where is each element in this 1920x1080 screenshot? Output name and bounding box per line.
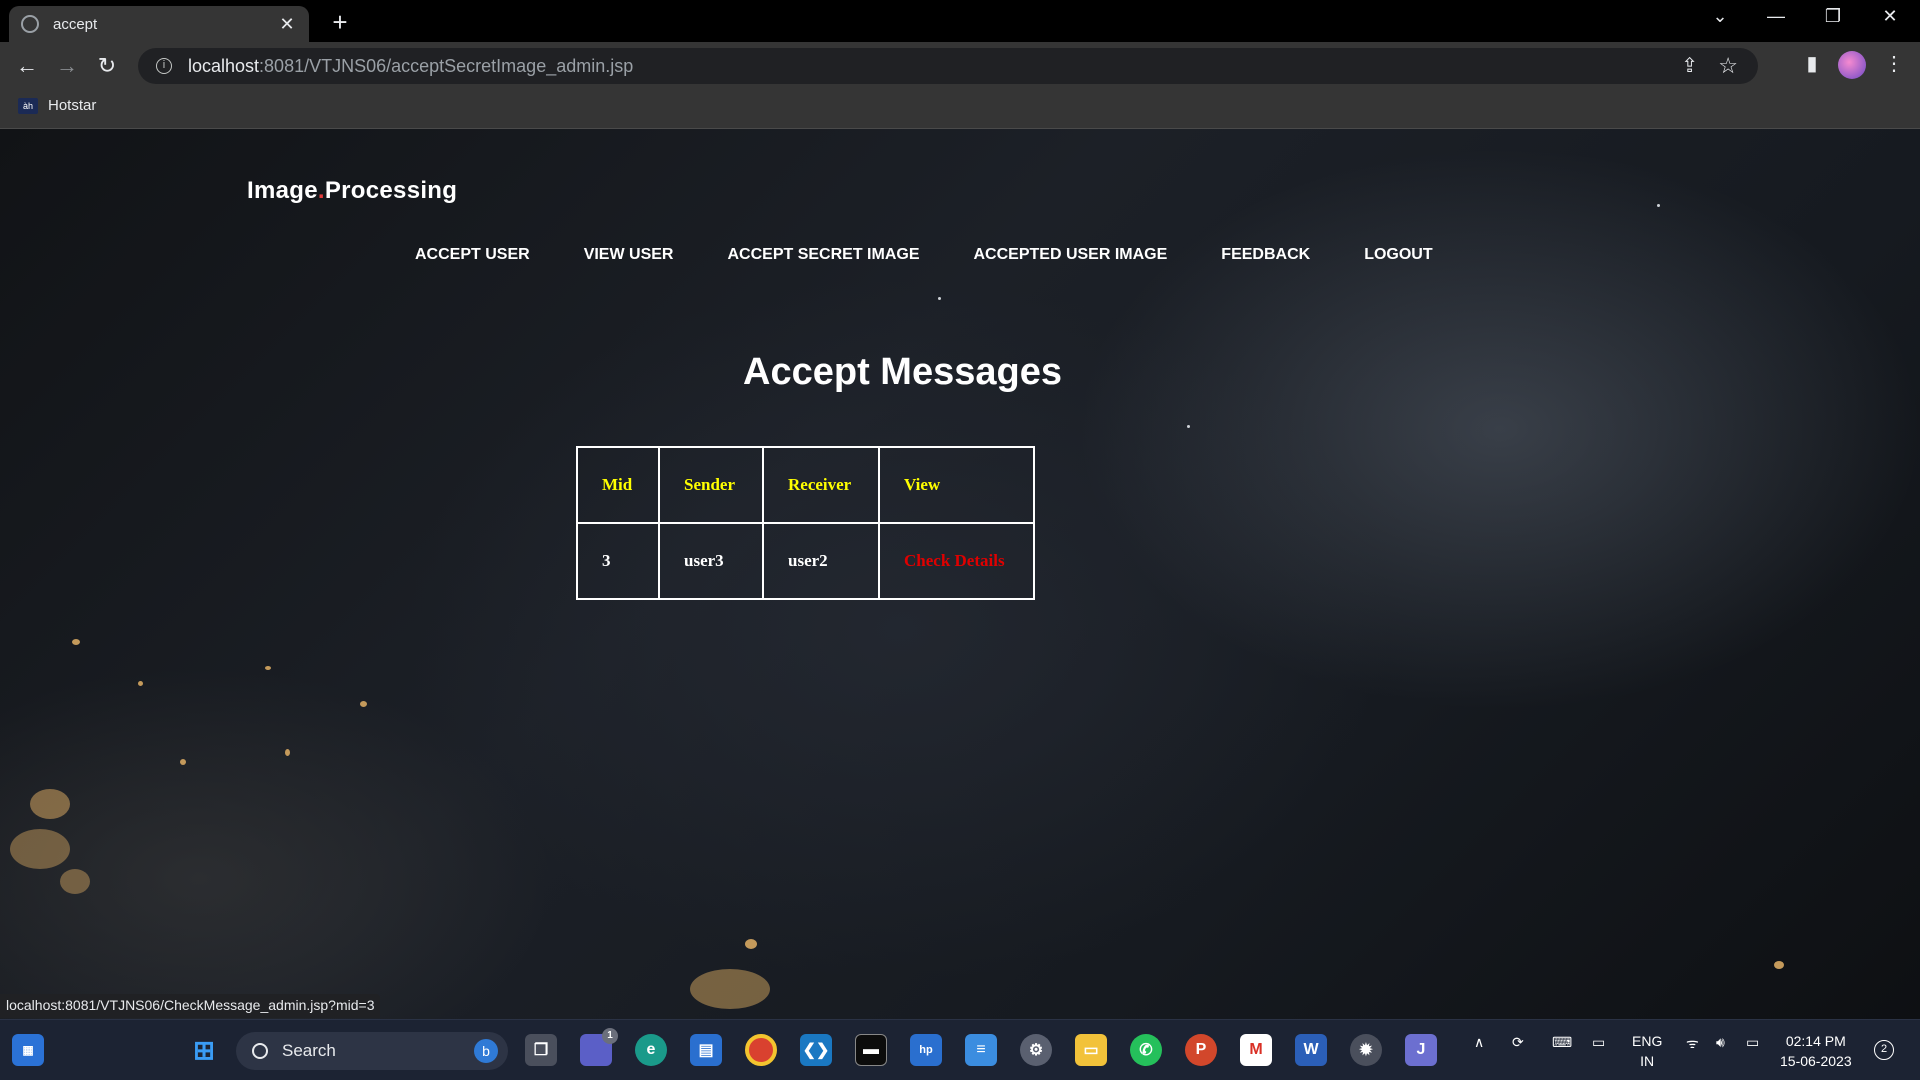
site-info-icon[interactable]: i: [156, 58, 172, 74]
search-placeholder: Search: [282, 1041, 336, 1060]
display-icon[interactable]: ▭: [1592, 1034, 1605, 1051]
taskbar-search[interactable]: Search b: [236, 1032, 508, 1070]
profile-avatar[interactable]: [1838, 51, 1866, 79]
start-windows-icon[interactable]: ⊞: [188, 1034, 220, 1066]
keyboard-icon[interactable]: ⌨: [1552, 1034, 1572, 1051]
column-header-sender: Sender: [658, 446, 764, 524]
minimize-button[interactable]: —: [1756, 6, 1796, 27]
column-header-receiver: Receiver: [762, 446, 880, 524]
myhp-icon[interactable]: hp: [910, 1034, 942, 1066]
back-button[interactable]: ←: [11, 50, 43, 82]
vscode-icon[interactable]: ❮❯: [800, 1034, 832, 1066]
restore-button[interactable]: ❐: [1813, 6, 1853, 27]
clock-time: 02:14 PM: [1785, 1033, 1846, 1049]
tab-title: accept: [53, 15, 98, 33]
nav-accept-user[interactable]: ACCEPT USER: [415, 246, 530, 264]
nav-logout[interactable]: LOGOUT: [1364, 246, 1432, 264]
task-view-icon[interactable]: ❐: [525, 1034, 557, 1066]
bookmark-hotstar[interactable]: àh Hotstar: [18, 97, 96, 114]
clock[interactable]: 02:14 PM 15-06-2023: [1780, 1031, 1852, 1071]
url-path: :8081/VTJNS06/acceptSecretImage_admin.js…: [259, 55, 634, 76]
sync-icon[interactable]: ⟳: [1512, 1034, 1524, 1051]
edge-icon[interactable]: e: [635, 1034, 667, 1066]
cell-sender: user3: [658, 522, 764, 600]
close-tab-icon[interactable]: ✕: [277, 14, 297, 35]
column-header-mid: Mid: [576, 446, 660, 524]
taskbar: ▦ ⊞ Search b ❐ 1 e ▤ ❮❯ ▬ hp ≡ ⚙ ▭ ✆ P M…: [0, 1019, 1920, 1080]
wifi-icon[interactable]: ᯤ: [1686, 1034, 1699, 1053]
gmail-icon[interactable]: M: [1240, 1034, 1272, 1066]
main-nav: ACCEPT USER VIEW USER ACCEPT SECRET IMAG…: [415, 246, 1487, 264]
tab-search-icon[interactable]: ⌄: [1700, 6, 1740, 27]
battery-icon[interactable]: ▭: [1746, 1034, 1759, 1051]
search-icon: [252, 1043, 268, 1059]
brand-dot: .: [317, 177, 325, 204]
notepad-icon[interactable]: ≡: [965, 1034, 997, 1066]
nav-view-user[interactable]: VIEW USER: [584, 246, 674, 264]
column-header-view: View: [878, 446, 1035, 524]
app-j-icon[interactable]: J: [1405, 1034, 1437, 1066]
reload-button[interactable]: ↻: [91, 50, 123, 82]
table-header-row: Mid Sender Receiver View: [576, 446, 1035, 524]
notification-badge[interactable]: 2: [1874, 1040, 1894, 1060]
bookmark-label: Hotstar: [48, 97, 97, 114]
terminal-icon[interactable]: ▬: [855, 1034, 887, 1066]
browser-tab[interactable]: accept ✕: [9, 6, 309, 42]
share-icon[interactable]: ⇪: [1681, 53, 1698, 78]
lang-line1: ENG: [1632, 1033, 1663, 1049]
chat-badge: 1: [602, 1028, 618, 1044]
widgets-icon[interactable]: ▦: [12, 1034, 44, 1066]
status-url-bar: localhost:8081/VTJNS06/CheckMessage_admi…: [0, 994, 381, 1018]
forward-button[interactable]: →: [51, 50, 83, 82]
browser-toolbar: ← → ↻ i localhost:8081/VTJNS06/acceptSec…: [0, 42, 1920, 89]
nav-feedback[interactable]: FEEDBACK: [1221, 246, 1310, 264]
clock-date: 15-06-2023: [1780, 1053, 1852, 1069]
table-row: 3 user3 user2 Check Details: [576, 522, 1035, 600]
whatsapp-icon[interactable]: ✆: [1130, 1034, 1162, 1066]
chrome-icon[interactable]: [745, 1034, 777, 1066]
teams-chat-icon[interactable]: 1: [580, 1028, 618, 1066]
bookmark-star-icon[interactable]: ☆: [1718, 53, 1738, 79]
nav-accepted-user-image[interactable]: ACCEPTED USER IMAGE: [974, 246, 1168, 264]
close-window-button[interactable]: ✕: [1870, 6, 1910, 27]
url-host: localhost: [188, 55, 260, 76]
volume-icon[interactable]: 🔊︎: [1716, 1034, 1725, 1051]
messages-table: Mid Sender Receiver View 3 user3 user2 C…: [576, 446, 1035, 600]
language-indicator[interactable]: ENG IN: [1632, 1031, 1662, 1071]
page-content: Image.Processing ACCEPT USER VIEW USER A…: [0, 129, 1920, 1019]
brand-first-word: Image: [247, 177, 318, 204]
bing-icon[interactable]: b: [474, 1039, 498, 1063]
gear-app-icon[interactable]: ✹: [1350, 1034, 1382, 1066]
file-explorer-icon[interactable]: ▭: [1075, 1034, 1107, 1066]
nav-accept-secret-image[interactable]: ACCEPT SECRET IMAGE: [727, 246, 919, 264]
new-tab-button[interactable]: +: [325, 7, 355, 38]
cell-mid: 3: [576, 522, 660, 600]
site-brand[interactable]: Image.Processing: [247, 177, 457, 205]
side-panel-icon[interactable]: ▮: [1797, 51, 1827, 76]
lang-line2: IN: [1640, 1053, 1655, 1069]
store-icon[interactable]: ▤: [690, 1034, 722, 1066]
hotstar-icon: àh: [18, 97, 38, 114]
brand-second-word: Processing: [324, 177, 458, 204]
word-icon[interactable]: W: [1295, 1034, 1327, 1066]
browser-tab-bar: accept ✕ + ⌄ — ❐ ✕: [0, 0, 1920, 42]
address-bar[interactable]: i localhost:8081/VTJNS06/acceptSecretIma…: [138, 48, 1758, 84]
show-hidden-icons-chevron[interactable]: ∧: [1474, 1034, 1484, 1051]
page-title: Accept Messages: [743, 351, 1062, 393]
menu-kebab-icon[interactable]: ⋮: [1879, 51, 1909, 76]
globe-icon: [21, 15, 39, 33]
bookmarks-bar: àh Hotstar: [0, 89, 1920, 129]
settings-gear-icon[interactable]: ⚙: [1020, 1034, 1052, 1066]
check-details-link[interactable]: Check Details: [878, 522, 1035, 600]
cell-receiver: user2: [762, 522, 880, 600]
powerpoint-icon[interactable]: P: [1185, 1034, 1217, 1066]
